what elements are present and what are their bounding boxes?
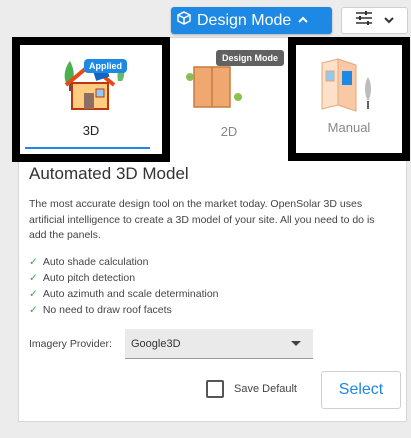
option-manual[interactable]: Manual [288, 37, 410, 161]
chevron-up-icon [297, 12, 309, 30]
feature-text: Auto azimuth and scale determination [42, 288, 219, 300]
check-icon: ✓ [29, 256, 38, 268]
chevron-down-icon [383, 12, 395, 30]
floorplan-2d-icon [182, 65, 246, 116]
option-2d-label: 2D [220, 124, 238, 139]
imagery-provider-value: Google3D [131, 337, 181, 350]
check-icon: ✓ [29, 288, 38, 300]
feature-text: No need to draw roof facets [42, 304, 172, 316]
list-item: ✓ Auto shade calculation [29, 254, 219, 270]
option-3d[interactable]: 3D [12, 37, 170, 162]
tune-sliders-icon [355, 11, 373, 30]
design-mode-button[interactable]: Design Mode [171, 7, 332, 34]
dropdown-caret-icon [291, 341, 301, 346]
view-options-button[interactable] [341, 7, 408, 34]
list-item: ✓ Auto azimuth and scale determination [29, 286, 219, 302]
cube-icon [177, 11, 191, 30]
imagery-provider-label: Imagery Provider: [29, 338, 112, 350]
imagery-provider-select[interactable]: Google3D [125, 329, 313, 359]
save-default-option[interactable]: Save Default [206, 380, 297, 398]
save-default-label: Save Default [234, 383, 297, 395]
list-item: ✓ Auto pitch detection [29, 270, 219, 286]
option-manual-label: Manual [327, 120, 371, 135]
option-3d-label: 3D [82, 123, 100, 138]
design-mode-label: Design Mode [197, 11, 292, 29]
selected-indicator [25, 147, 150, 149]
mode-description: The most accurate design tool on the mar… [29, 198, 375, 241]
design-mode-tooltip: Design Mode [216, 50, 285, 66]
feature-list: ✓ Auto shade calculation ✓ Auto pitch de… [29, 254, 219, 318]
applied-badge: Applied [84, 59, 127, 73]
select-button[interactable]: Select [321, 371, 401, 409]
check-icon: ✓ [29, 304, 38, 316]
manual-map-icon [316, 55, 382, 118]
check-icon: ✓ [29, 272, 38, 284]
save-default-checkbox[interactable] [206, 380, 224, 398]
feature-text: Auto shade calculation [42, 256, 149, 268]
list-item: ✓ No need to draw roof facets [29, 302, 219, 318]
mode-heading: Automated 3D Model [29, 164, 189, 183]
feature-text: Auto pitch detection [42, 272, 136, 284]
